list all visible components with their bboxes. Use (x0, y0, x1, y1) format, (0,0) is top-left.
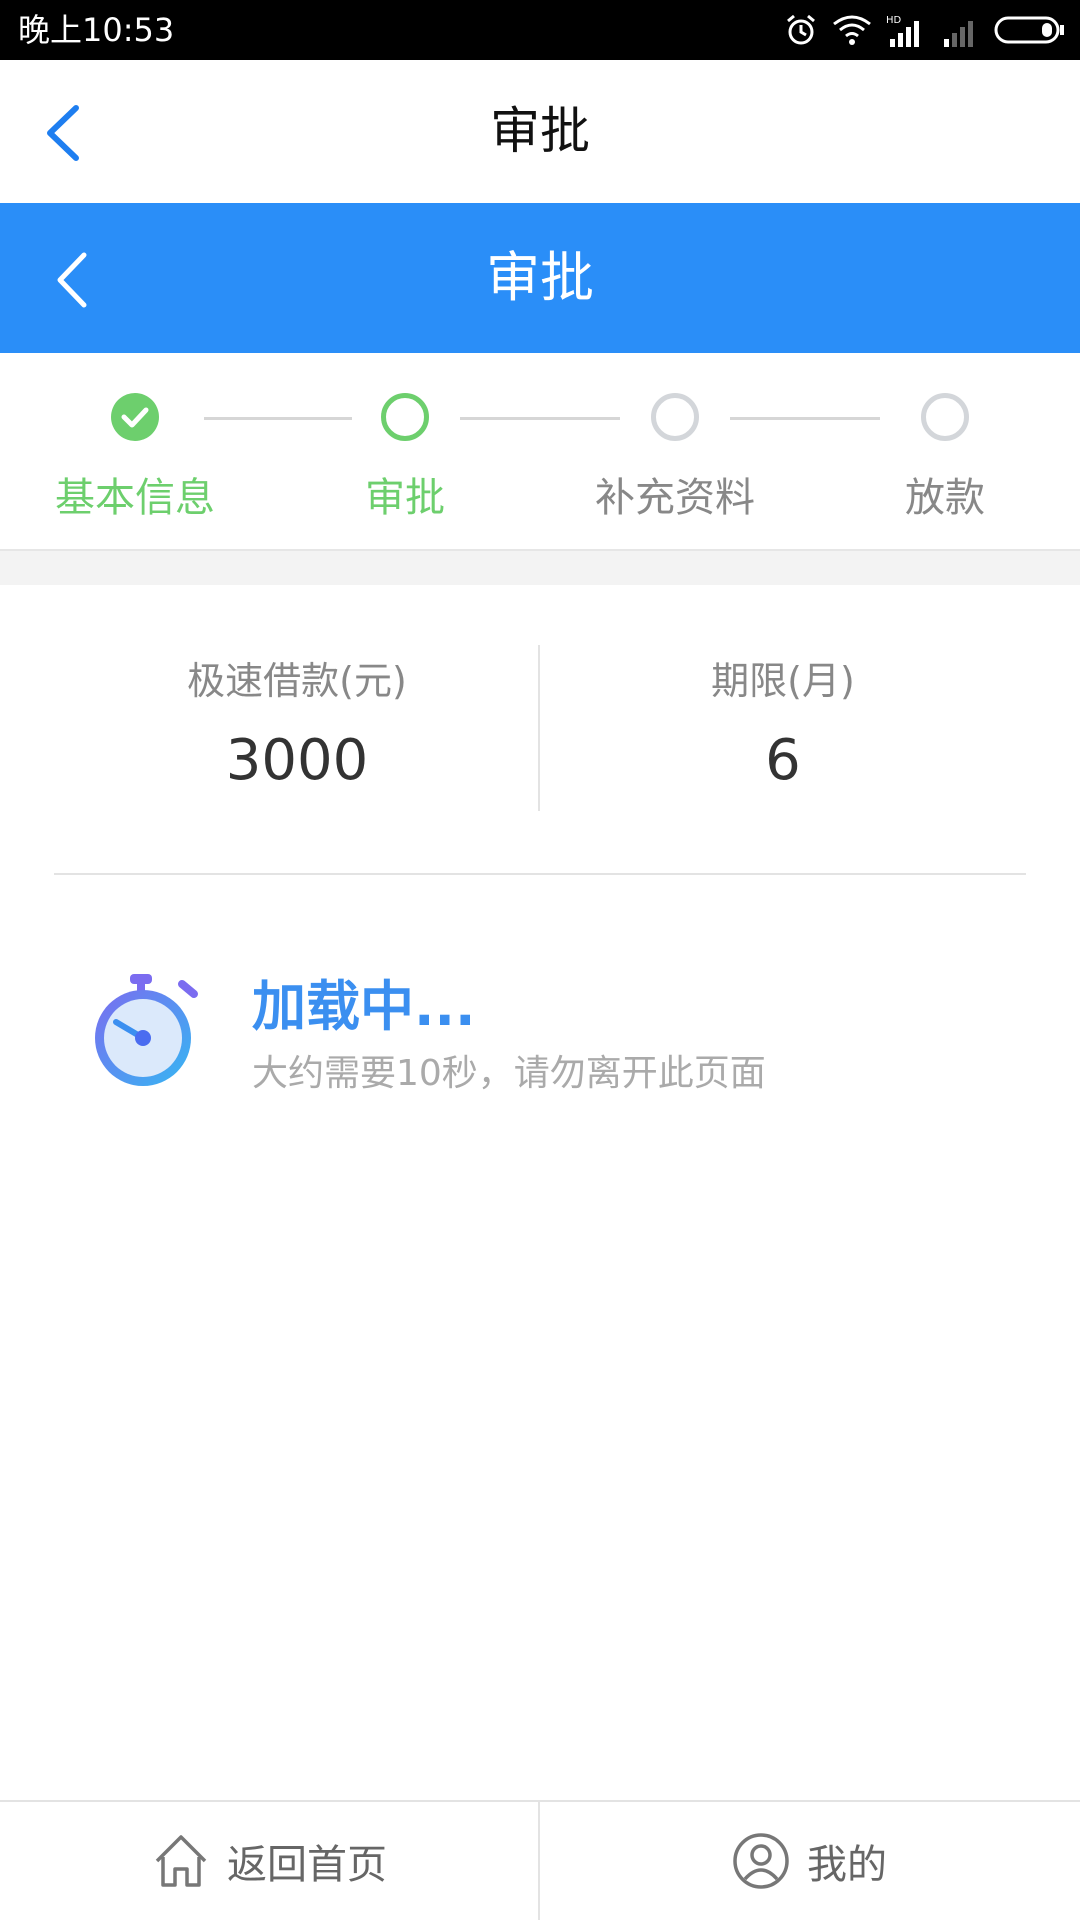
step-4-indicator (921, 393, 969, 441)
status-time: 晚上10:53 (18, 11, 175, 49)
section-divider (54, 873, 1026, 875)
step-2-indicator (381, 393, 429, 441)
mine-label: 我的 (807, 1842, 887, 1888)
stopwatch-icon (86, 970, 206, 1090)
step-1-label: 基本信息 (55, 475, 215, 521)
mine-button[interactable]: 我的 (540, 1802, 1078, 1920)
amount-label: 极速借款(元) (187, 659, 407, 703)
home-label: 返回首页 (227, 1842, 387, 1888)
chevron-left-icon (47, 105, 79, 161)
battery-icon (994, 16, 1064, 44)
term-value: 6 (765, 728, 801, 793)
term-label: 期限(月) (711, 659, 855, 703)
step-3-indicator (651, 393, 699, 441)
header-back-button[interactable] (48, 245, 98, 315)
amount-value: 3000 (225, 728, 369, 793)
header-title: 审批 (486, 246, 594, 309)
wifi-icon (833, 15, 871, 45)
signal-weak-icon (944, 21, 973, 47)
chevron-left-icon (57, 252, 87, 308)
home-button[interactable]: 返回首页 (0, 1802, 538, 1920)
user-icon (733, 1833, 789, 1889)
svg-text:HD: HD (886, 15, 902, 26)
step-connector (730, 417, 880, 420)
step-1-check-icon (111, 393, 159, 441)
status-icons: HD (784, 0, 1066, 60)
back-button[interactable] (36, 98, 92, 168)
step-connector (204, 417, 352, 420)
section-gap (0, 551, 1080, 585)
page-title: 审批 (490, 102, 590, 160)
alarm-icon (787, 14, 815, 45)
loading-subtitle: 大约需要10秒，请勿离开此页面 (252, 1053, 766, 1094)
loading-title: 加载中... (252, 975, 476, 1038)
signal-hd-icon: HD (886, 15, 919, 47)
step-2-label: 审批 (365, 475, 445, 521)
step-3-label: 补充资料 (595, 475, 755, 521)
home-icon (155, 1835, 207, 1887)
step-connector (460, 417, 620, 420)
step-4-label: 放款 (905, 475, 985, 521)
